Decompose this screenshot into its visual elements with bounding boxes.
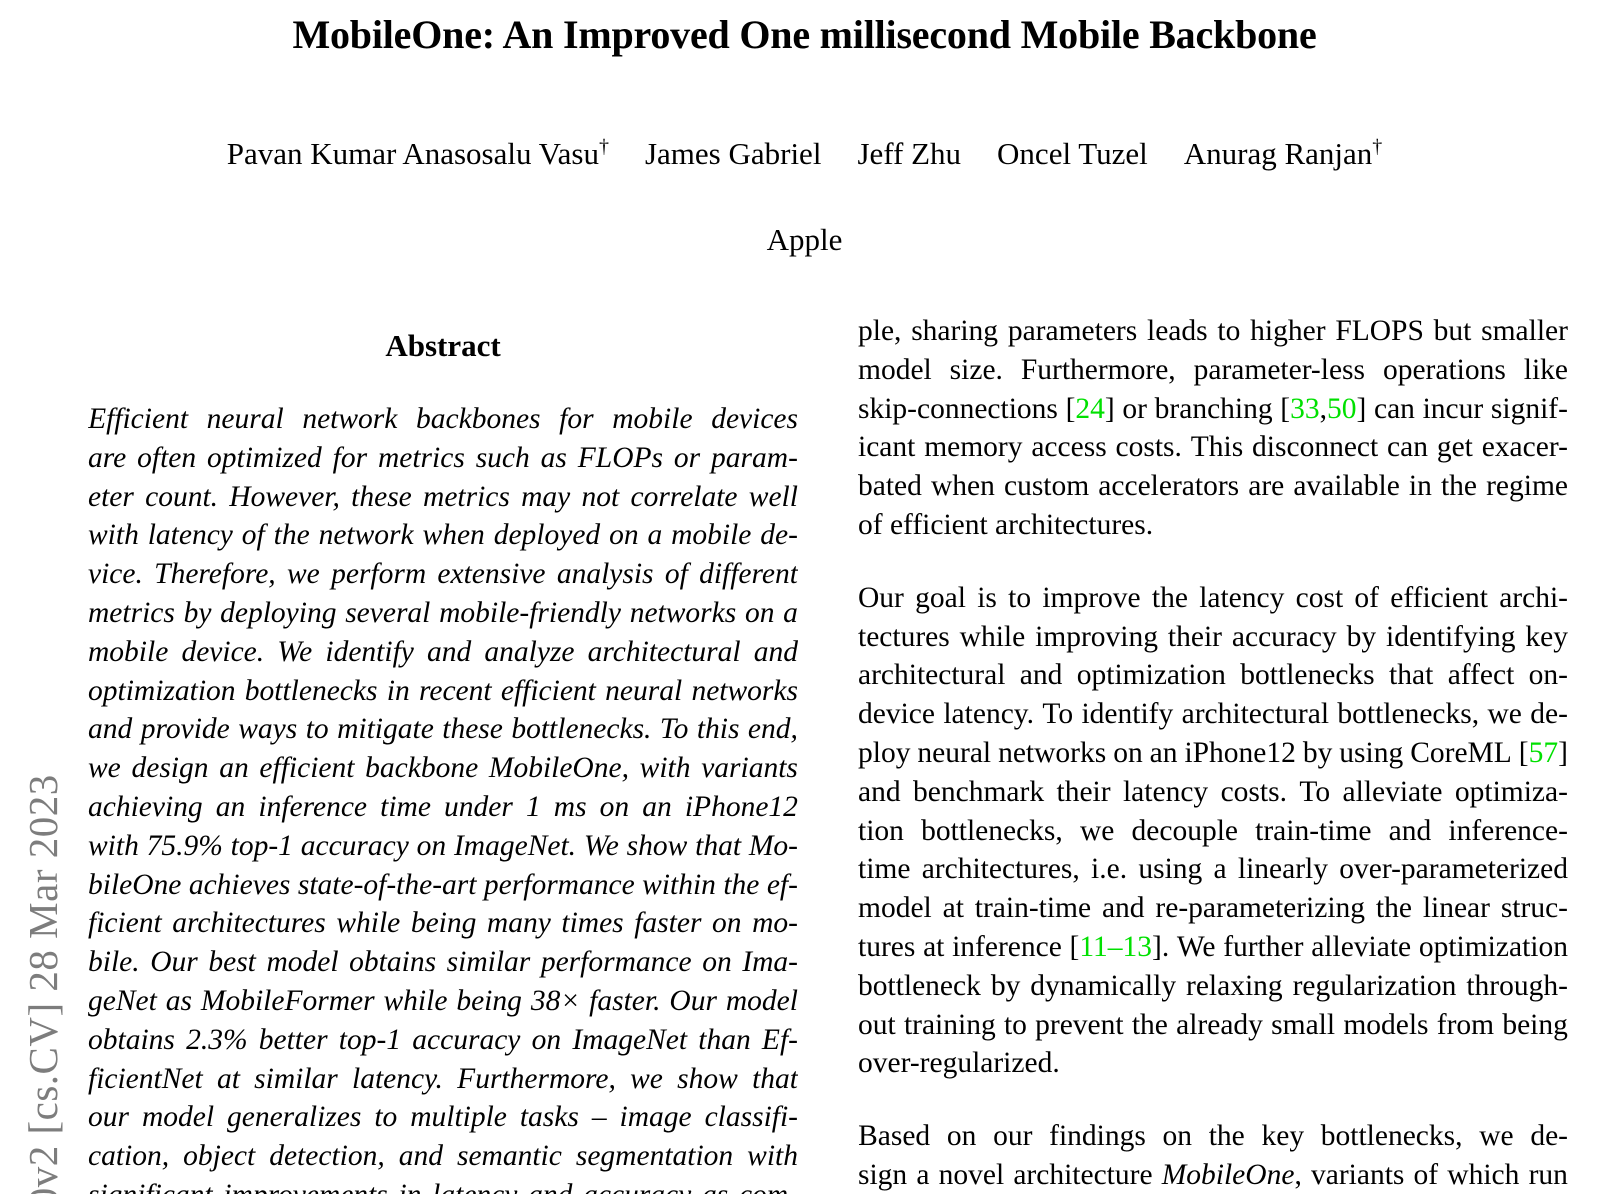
text-line: achieving an inference time under 1 ms o… — [88, 790, 798, 823]
text-line: metrics by deploying several mobile-frie… — [88, 596, 798, 629]
text-line: Efficient neural network backbones for m… — [88, 403, 798, 435]
text-line: over-regularized. — [858, 1047, 1060, 1080]
text-line: are often optimized for metrics such as … — [88, 441, 798, 474]
text-line-with-citations: ploy neural networks on an iPhone12 by u… — [858, 736, 1568, 769]
text-line: vice. Therefore, we perform extensive an… — [88, 558, 798, 591]
page-title: MobileOne: An Improved One millisecond M… — [292, 12, 1317, 57]
text-line: architectural and optimization bottlenec… — [858, 659, 1568, 692]
citation-link[interactable]: 50 — [1327, 393, 1357, 425]
author-name: Oncel Tuzel — [997, 136, 1148, 171]
abstract-paragraph: Efficient neural network backbones for m… — [88, 366, 798, 1194]
author-name: Anurag Ranjan† — [1183, 135, 1383, 171]
citation-link[interactable]: 24 — [1075, 393, 1105, 425]
author-dagger: † — [598, 135, 609, 158]
text-line: our model generalizes to multiple tasks … — [88, 1101, 798, 1134]
left-column: Abstract Efficient neural network backbo… — [88, 312, 798, 1194]
paper-page: MobileOne: An Improved One millisecond M… — [0, 0, 1609, 1194]
text-line: cation, object detection, and semantic s… — [88, 1140, 798, 1173]
text-line: ficient architectures while being many t… — [88, 907, 798, 940]
author-name: Jeff Zhu — [857, 136, 962, 171]
author-name: James Gabriel — [644, 136, 822, 171]
text-line: and benchmark their latency costs. To al… — [858, 775, 1568, 808]
body-paragraph-2: Our goal is to improve the latency cost … — [858, 545, 1568, 1083]
body-paragraph-1: ple, sharing parameters leads to higher … — [858, 312, 1568, 545]
text-line: with latency of the network when deploye… — [88, 519, 798, 552]
text-line: bile. Our best model obtains similar per… — [88, 946, 798, 979]
abstract-heading: Abstract — [385, 328, 501, 363]
text-line: tion bottlenecks, we decouple train-time… — [858, 814, 1568, 847]
body-paragraph-3: Based on our findings on the key bottlen… — [858, 1083, 1568, 1194]
italic-term: MobileOne — [1161, 1158, 1295, 1191]
paper-header: MobileOne: An Improved One millisecond M… — [0, 0, 1609, 260]
text-line: ficientNet at similar latency. Furthermo… — [88, 1062, 798, 1095]
text-line: icant memory access costs. This disconne… — [858, 431, 1568, 464]
text-line-with-citations: skip-connections [24] or branching [33,5… — [858, 392, 1568, 425]
text-line: model at train-time and re-parameterizin… — [858, 892, 1568, 925]
text-line: tectures while improving their accuracy … — [858, 620, 1568, 653]
text-line: Based on our findings on the key bottlen… — [858, 1120, 1568, 1153]
text-line: device latency. To identify architectura… — [858, 698, 1568, 731]
text-line-with-citations: tures at inference [11–13]. We further a… — [858, 930, 1568, 963]
text-line: bottleneck by dynamically relaxing regul… — [858, 969, 1568, 1002]
citation-link[interactable]: 33 — [1290, 393, 1320, 425]
right-column: ple, sharing parameters leads to higher … — [858, 312, 1568, 1194]
text-line: optimization bottlenecks in recent effic… — [88, 674, 798, 707]
text-line: time architectures, i.e. using a linearl… — [858, 853, 1568, 886]
text-line: with 75.9% top-1 accuracy on ImageNet. W… — [88, 829, 798, 862]
text-line: eter count. However, these metrics may n… — [88, 480, 798, 513]
author-name: Pavan Kumar Anasosalu Vasu† — [226, 135, 609, 171]
text-line: bated when custom accelerators are avail… — [858, 470, 1568, 503]
text-line: obtains 2.3% better top-1 accuracy on Im… — [88, 1023, 798, 1056]
text-line: ple, sharing parameters leads to higher … — [858, 315, 1568, 347]
text-line: out training to prevent the already smal… — [858, 1008, 1568, 1041]
affiliation: Apple — [766, 222, 843, 257]
text-line-with-italic: sign a novel architecture MobileOne, var… — [858, 1158, 1568, 1191]
text-line: model size. Furthermore, parameter-less … — [858, 353, 1568, 386]
author-dagger: † — [1372, 135, 1383, 158]
text-line: Our goal is to improve the latency cost … — [858, 581, 1568, 614]
text-line: bileOne achieves state-of-the-art perfor… — [88, 868, 798, 901]
citation-link[interactable]: 11–13 — [1079, 931, 1152, 963]
text-line: we design an efficient backbone MobileOn… — [88, 752, 798, 785]
text-line: geNet as MobileFormer while being 38× fa… — [88, 984, 798, 1017]
text-line: and provide ways to mitigate these bottl… — [88, 713, 798, 746]
author-list: Pavan Kumar Anasosalu Vasu† James Gabriel… — [0, 60, 1609, 174]
two-column-body: Abstract Efficient neural network backbo… — [0, 312, 1609, 1194]
text-line: of efficient architectures. — [858, 508, 1154, 541]
citation-link[interactable]: 57 — [1529, 737, 1559, 769]
text-line: mobile device. We identify and analyze a… — [88, 635, 798, 668]
text-line: significant improvements in latency and … — [88, 1176, 798, 1194]
